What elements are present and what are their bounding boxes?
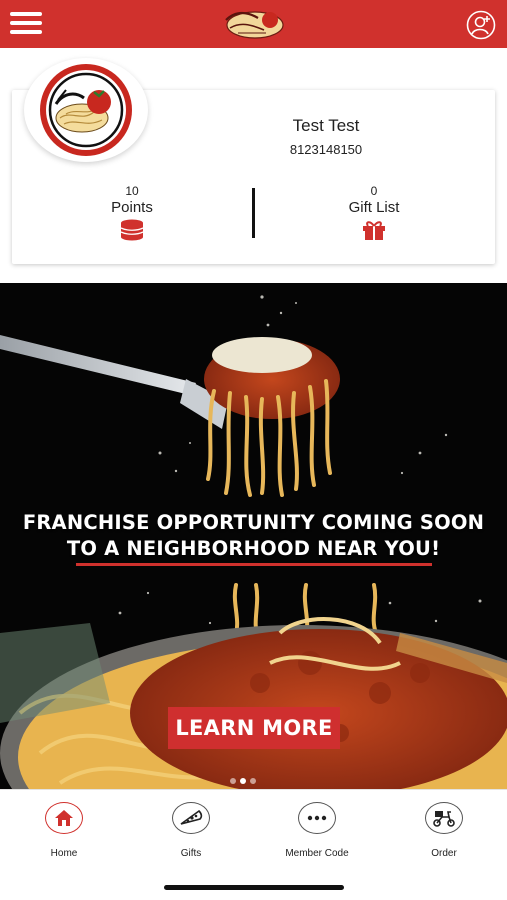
nav-home-label: Home [50,848,78,859]
nav-order[interactable]: Order [394,802,494,859]
banner-headline-line2: TO A NEIGHBORHOOD NEAR YOU! [66,537,441,560]
learn-more-button[interactable]: LEARN MORE [168,707,340,749]
order-icon-circle [425,802,463,834]
squisito-logo-avatar [40,64,132,156]
member-code-icon-circle [298,802,336,834]
carousel-dots [228,771,278,784]
gifts-icon-circle [172,802,210,834]
banner-headline: FRANCHISE OPPORTUNITY COMING SOON TO A N… [0,510,507,562]
nav-member-code-label: Member Code [285,848,349,859]
scooter-icon [433,811,455,827]
points-stat[interactable]: 10 Points [72,184,192,241]
bottom-nav: Home Gifts Member Code Order [0,789,507,900]
points-label: Points [111,199,153,216]
user-add-icon[interactable] [466,10,496,40]
carousel-dot[interactable] [250,778,256,784]
dots-icon [307,815,327,821]
nav-home[interactable]: Home [14,802,114,859]
headline-underline [76,563,432,566]
gift-icon [363,221,385,240]
home-icon [55,810,73,826]
coin-stack-icon [120,219,144,241]
carousel-dot-active[interactable] [240,778,246,784]
nav-member-code[interactable]: Member Code [267,802,367,859]
gifts-value: 0 [370,184,378,198]
user-name: Test Test [292,116,360,135]
nav-gifts-label: Gifts [180,848,202,859]
home-icon-circle [45,802,83,834]
gifts-label: Gift List [348,199,400,216]
nav-order-label: Order [431,848,457,859]
avatar[interactable] [24,58,148,162]
top-app-bar [0,0,507,48]
promo-banner[interactable]: FRANCHISE OPPORTUNITY COMING SOON TO A N… [0,283,507,789]
pizza-slice-icon [180,809,203,825]
banner-headline-line1: FRANCHISE OPPORTUNITY COMING SOON [22,511,485,534]
home-indicator[interactable] [164,885,344,890]
gift-list-stat[interactable]: 0 Gift List [314,184,434,241]
user-phone: 8123148150 [289,142,363,157]
hamburger-icon[interactable] [10,12,42,36]
stats-divider [252,188,255,238]
squisito-logo[interactable] [218,6,288,42]
nav-gifts[interactable]: Gifts [141,802,241,859]
carousel-dot[interactable] [230,778,236,784]
points-value: 10 [125,184,139,198]
